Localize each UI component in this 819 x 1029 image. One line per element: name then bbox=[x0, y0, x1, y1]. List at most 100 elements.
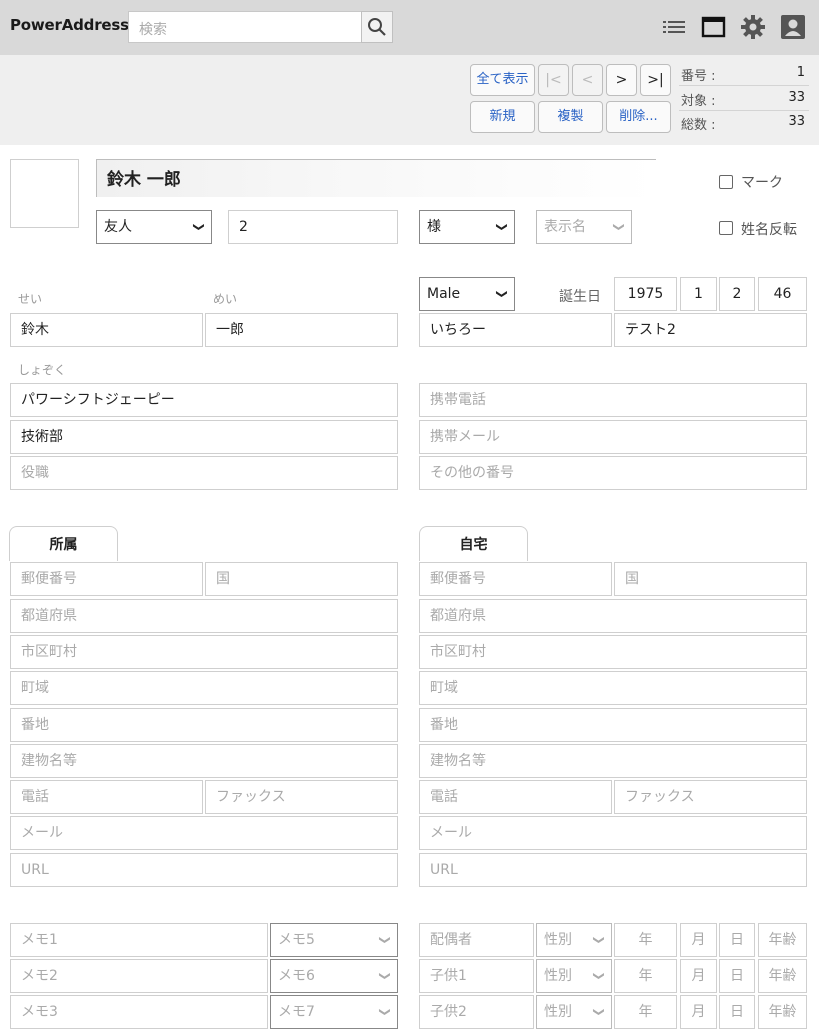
display-name-select[interactable]: 表示名 ❯ bbox=[536, 210, 632, 244]
extra-field[interactable]: テスト2 bbox=[614, 313, 807, 347]
chevron-down-icon: ❯ bbox=[192, 222, 206, 232]
home-country-field[interactable]: 国 bbox=[614, 562, 807, 596]
name-reverse-label: 姓名反転 bbox=[741, 222, 797, 238]
home-postal-field[interactable]: 郵便番号 bbox=[419, 562, 612, 596]
prev-record-button[interactable]: < bbox=[572, 64, 603, 96]
memo2-field[interactable]: メモ2 bbox=[10, 959, 268, 993]
work-mail-field[interactable]: メール bbox=[10, 816, 398, 850]
home-street-field[interactable]: 番地 bbox=[419, 708, 807, 742]
home-building-field[interactable]: 建物名等 bbox=[419, 744, 807, 778]
search-button[interactable] bbox=[361, 11, 393, 43]
birth-day-field[interactable]: 2 bbox=[719, 277, 755, 311]
category-select[interactable]: 友人 ❯ bbox=[96, 210, 212, 244]
tab-home[interactable]: 自宅 bbox=[419, 526, 528, 561]
user-account-icon[interactable] bbox=[780, 14, 806, 40]
mei-field[interactable]: 一郎 bbox=[205, 313, 398, 347]
work-phone-field[interactable]: 電話 bbox=[10, 780, 203, 814]
work-country-field[interactable]: 国 bbox=[205, 562, 398, 596]
memo6-value: メモ6 bbox=[278, 968, 315, 984]
card-view-icon[interactable] bbox=[700, 14, 726, 40]
birth-month-field[interactable]: 1 bbox=[680, 277, 717, 311]
number-field[interactable]: 2 bbox=[228, 210, 398, 244]
contact-photo[interactable] bbox=[10, 159, 79, 228]
target-count-label: 対象 : bbox=[681, 94, 716, 109]
child1-year-field[interactable]: 年 bbox=[614, 959, 677, 993]
memo5-value: メモ5 bbox=[278, 932, 315, 948]
display-name-value: 表示名 bbox=[544, 219, 586, 235]
memo7-value: メモ7 bbox=[278, 1004, 315, 1020]
mobile-phone-field[interactable]: 携帯電話 bbox=[419, 383, 807, 417]
next-record-button[interactable]: > bbox=[606, 64, 637, 96]
total-count-value: 33 bbox=[788, 114, 805, 129]
work-prefecture-field[interactable]: 都道府県 bbox=[10, 599, 398, 633]
target-count-value: 33 bbox=[788, 90, 805, 105]
child1-gender-select[interactable]: 性別 ❯ bbox=[536, 959, 612, 993]
job-title-field[interactable]: 役職 bbox=[10, 456, 398, 490]
delete-record-button[interactable]: 削除... bbox=[606, 101, 671, 133]
sei-field[interactable]: 鈴木 bbox=[10, 313, 203, 347]
full-name-field[interactable]: 鈴木 一郎 bbox=[96, 159, 656, 197]
honorific-value: 様 bbox=[427, 219, 441, 235]
new-record-button[interactable]: 新規 bbox=[470, 101, 535, 133]
home-prefecture-field[interactable]: 都道府県 bbox=[419, 599, 807, 633]
gender-value: Male bbox=[427, 286, 461, 302]
divider bbox=[679, 110, 809, 111]
home-city-field[interactable]: 市区町村 bbox=[419, 635, 807, 669]
spouse-age-field[interactable]: 年齢 bbox=[758, 923, 807, 957]
app-logo: PowerAddress bbox=[10, 16, 129, 34]
gender-select[interactable]: Male ❯ bbox=[419, 277, 515, 311]
work-url-field[interactable]: URL bbox=[10, 853, 398, 887]
home-url-field[interactable]: URL bbox=[419, 853, 807, 887]
memo1-field[interactable]: メモ1 bbox=[10, 923, 268, 957]
memo6-select[interactable]: メモ6 ❯ bbox=[270, 959, 398, 993]
work-town-field[interactable]: 町域 bbox=[10, 671, 398, 705]
spouse-gender-select[interactable]: 性別 ❯ bbox=[536, 923, 612, 957]
company-field[interactable]: パワーシフトジェーピー bbox=[10, 383, 398, 417]
spouse-field[interactable]: 配偶者 bbox=[419, 923, 534, 957]
child1-month-field[interactable]: 月 bbox=[680, 959, 717, 993]
home-fax-field[interactable]: ファックス bbox=[614, 780, 807, 814]
list-view-icon[interactable] bbox=[661, 14, 687, 40]
show-all-button[interactable]: 全て表示 bbox=[470, 64, 535, 96]
home-phone-field[interactable]: 電話 bbox=[419, 780, 612, 814]
work-fax-field[interactable]: ファックス bbox=[205, 780, 398, 814]
age-field[interactable]: 46 bbox=[758, 277, 807, 311]
spouse-year-field[interactable]: 年 bbox=[614, 923, 677, 957]
work-building-field[interactable]: 建物名等 bbox=[10, 744, 398, 778]
last-record-button[interactable]: >| bbox=[640, 64, 671, 96]
other-number-field[interactable]: その他の番号 bbox=[419, 456, 807, 490]
child2-gender-value: 性別 bbox=[544, 1004, 572, 1020]
name-reverse-checkbox[interactable] bbox=[719, 221, 733, 235]
total-count-label: 総数 : bbox=[681, 118, 716, 133]
chevron-down-icon: ❯ bbox=[495, 289, 509, 299]
child1-age-field[interactable]: 年齢 bbox=[758, 959, 807, 993]
department-field[interactable]: 技術部 bbox=[10, 420, 398, 454]
birthday-label: 誕生日 bbox=[559, 289, 601, 305]
search-input[interactable]: 検索 bbox=[128, 11, 362, 43]
duplicate-record-button[interactable]: 複製 bbox=[538, 101, 603, 133]
child1-field[interactable]: 子供1 bbox=[419, 959, 534, 993]
home-town-field[interactable]: 町域 bbox=[419, 671, 807, 705]
nickname-field[interactable]: いちろー bbox=[419, 313, 612, 347]
chevron-down-icon: ❯ bbox=[495, 222, 509, 232]
child1-day-field[interactable]: 日 bbox=[719, 959, 755, 993]
memo5-select[interactable]: メモ5 ❯ bbox=[270, 923, 398, 957]
chevron-down-icon: ❯ bbox=[378, 1007, 392, 1017]
mei-caption: めい bbox=[213, 292, 238, 306]
mobile-mail-field[interactable]: 携帯メール bbox=[419, 420, 807, 454]
work-postal-field[interactable]: 郵便番号 bbox=[10, 562, 203, 596]
honorific-select[interactable]: 様 ❯ bbox=[419, 210, 515, 244]
work-street-field[interactable]: 番地 bbox=[10, 708, 398, 742]
home-mail-field[interactable]: メール bbox=[419, 816, 807, 850]
mark-checkbox[interactable] bbox=[719, 175, 733, 189]
spouse-month-field[interactable]: 月 bbox=[680, 923, 717, 957]
first-record-button[interactable]: |< bbox=[538, 64, 569, 96]
top-bar: PowerAddress 検索 bbox=[0, 0, 819, 55]
settings-gear-icon[interactable] bbox=[740, 14, 766, 40]
work-city-field[interactable]: 市区町村 bbox=[10, 635, 398, 669]
tab-work[interactable]: 所属 bbox=[9, 526, 118, 561]
search-icon bbox=[368, 18, 386, 36]
chevron-down-icon: ❯ bbox=[378, 935, 392, 945]
spouse-day-field[interactable]: 日 bbox=[719, 923, 755, 957]
birth-year-field[interactable]: 1975 bbox=[614, 277, 677, 311]
